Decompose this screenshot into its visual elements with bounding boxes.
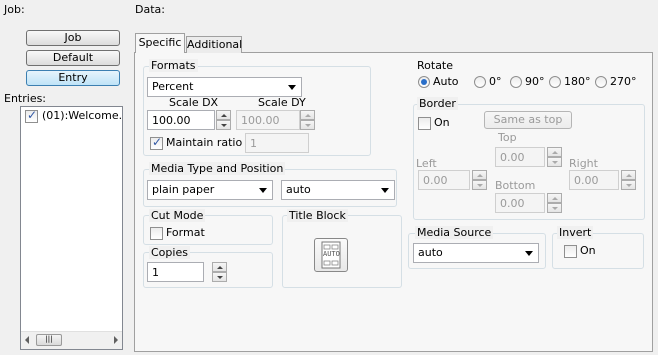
border-top-label: Top (498, 131, 517, 144)
media-source-select[interactable]: auto (413, 243, 539, 263)
scroll-left-icon[interactable] (25, 336, 29, 344)
rotate-auto-label: Auto (433, 75, 459, 88)
spin-up-icon (547, 147, 562, 157)
spin-down-icon (547, 203, 562, 213)
border-on-checkbox[interactable] (418, 117, 431, 130)
maintain-ratio-checkbox[interactable] (150, 135, 163, 150)
title-block-button[interactable]: AUTO (314, 238, 348, 272)
invert-on-checkbox[interactable] (564, 245, 577, 258)
media-position-value: auto (286, 183, 311, 196)
copies-title: Copies (149, 246, 190, 259)
rotate-0-radio[interactable] (474, 76, 486, 88)
spin-up-icon[interactable] (216, 110, 231, 120)
rotate-180-label: 180° (564, 75, 591, 88)
maintain-ratio-label: Maintain ratio (166, 136, 243, 149)
border-bottom-label: Bottom (495, 179, 536, 192)
horizontal-scrollbar[interactable]: ||| (21, 331, 122, 349)
scroll-right-icon[interactable] (114, 336, 118, 344)
scroll-thumb[interactable]: ||| (36, 334, 62, 346)
title-block-icon-text: AUTO (323, 250, 340, 258)
rotate-90-label: 90° (525, 75, 545, 88)
rotate-180-radio[interactable] (549, 76, 561, 88)
entries-label: Entries: (4, 92, 47, 105)
chevron-down-icon (525, 251, 533, 256)
entries-list[interactable]: (01):Welcome.tif ||| (20, 106, 123, 350)
scale-dx-label: Scale DX (169, 96, 219, 109)
spin-down-icon (547, 157, 562, 167)
border-left-label: Left (416, 157, 437, 170)
spin-down-icon (300, 120, 315, 130)
tab-additional[interactable]: Additional (186, 36, 242, 53)
spin-down-icon[interactable] (212, 272, 227, 282)
media-source-value: auto (418, 246, 443, 259)
chevron-down-icon (381, 188, 389, 193)
default-button[interactable]: Default (26, 50, 120, 66)
tab-specific[interactable]: Specific (135, 33, 185, 53)
media-source-title: Media Source (415, 226, 494, 239)
entry-button[interactable]: Entry (26, 70, 120, 86)
spin-up-icon (621, 170, 636, 180)
copies-input[interactable]: 1 (147, 262, 204, 282)
rotate-title: Rotate (417, 59, 454, 72)
spin-up-icon[interactable] (212, 262, 227, 272)
border-bottom-input: 0.00 (495, 193, 545, 213)
media-title: Media Type and Position (149, 162, 286, 175)
media-type-value: plain paper (152, 183, 215, 196)
scale-dy-input: 100.00 (236, 110, 300, 130)
border-right-input: 0.00 (569, 170, 619, 190)
chevron-down-icon (288, 85, 296, 90)
chevron-down-icon (259, 188, 267, 193)
spin-down-icon (472, 180, 487, 190)
cut-format-label: Format (166, 226, 205, 239)
formats-select-value: Percent (152, 80, 194, 93)
spin-up-icon (300, 110, 315, 120)
cut-format-checkbox[interactable] (150, 227, 163, 240)
spin-up-icon (472, 170, 487, 180)
job-button[interactable]: Job (26, 30, 120, 46)
formats-select[interactable]: Percent (147, 77, 302, 97)
invert-title: Invert (557, 226, 594, 239)
cut-mode-title: Cut Mode (149, 209, 206, 222)
spin-down-icon (621, 180, 636, 190)
border-on-label: On (434, 116, 450, 129)
scale-dy-label: Scale DY (258, 96, 306, 109)
rotate-270-label: 270° (610, 75, 637, 88)
border-title: Border (417, 97, 458, 110)
border-left-input: 0.00 (418, 170, 470, 190)
rotate-270-radio[interactable] (595, 76, 607, 88)
invert-on-label: On (580, 244, 596, 257)
border-top-input: 0.00 (495, 147, 545, 167)
entry-label: (01):Welcome.tif (42, 109, 122, 122)
formats-title: Formats (149, 59, 198, 72)
maintain-ratio-input: 1 (245, 133, 309, 153)
same-as-top-button: Same as top (484, 111, 572, 129)
scale-dx-input[interactable]: 100.00 (147, 110, 215, 130)
data-label: Data: (135, 3, 165, 16)
border-right-label: Right (569, 157, 598, 170)
spin-up-icon (547, 193, 562, 203)
app-window: { "left_panel": { "job_label": "Job:", "… (0, 0, 658, 355)
spin-down-icon[interactable] (216, 120, 231, 130)
job-label: Job: (4, 3, 25, 16)
rotate-auto-radio[interactable] (418, 76, 430, 88)
rotate-0-label: 0° (489, 75, 502, 88)
title-block-title: Title Block (287, 209, 348, 222)
rotate-90-radio[interactable] (510, 76, 522, 88)
media-position-select[interactable]: auto (281, 180, 395, 200)
media-type-select[interactable]: plain paper (147, 180, 273, 200)
entry-checkbox[interactable] (25, 108, 38, 123)
list-item[interactable]: (01):Welcome.tif (21, 107, 122, 125)
